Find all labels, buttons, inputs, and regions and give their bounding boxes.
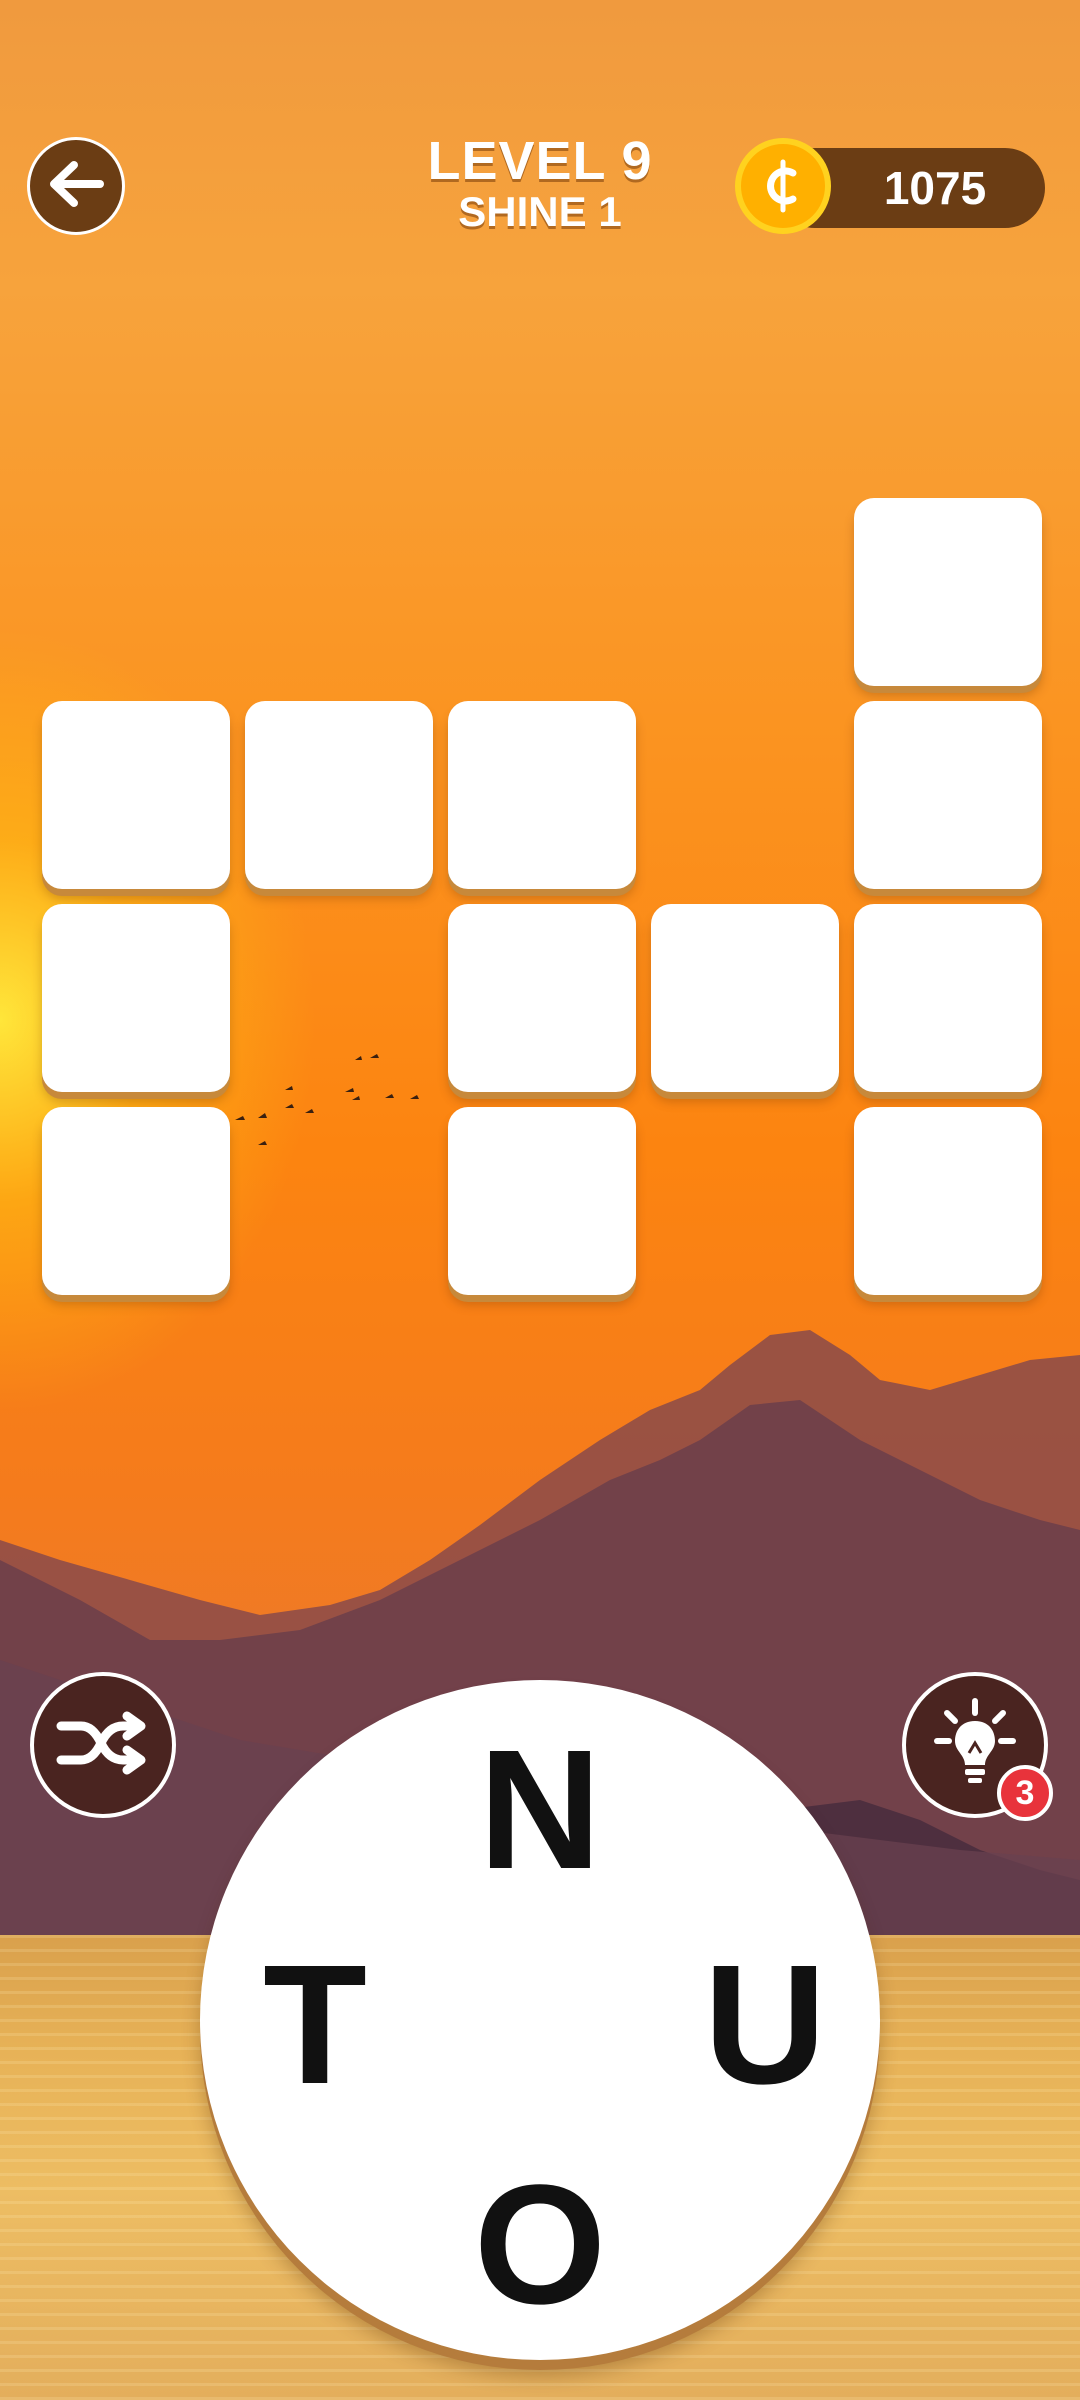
- crossword-tile: [448, 701, 636, 889]
- crossword-tile: [448, 1107, 636, 1295]
- level-title: LEVEL 9 SHINE 1: [340, 132, 740, 234]
- wheel-letter-u[interactable]: U: [685, 1940, 845, 2110]
- letter-wheel[interactable]: N U O T: [200, 1680, 880, 2360]
- coin-count: 1075: [883, 162, 987, 214]
- level-label: LEVEL 9: [427, 131, 653, 191]
- birds-decoration: [235, 1054, 419, 1145]
- crossword-tile: [651, 904, 839, 1092]
- wheel-letter-n[interactable]: N: [460, 1725, 620, 1895]
- wheel-letter-o[interactable]: O: [460, 2160, 620, 2330]
- wheel-letter-t[interactable]: T: [235, 1940, 395, 2110]
- hint-count-badge: 3: [997, 1765, 1053, 1821]
- shuffle-icon: [53, 1708, 153, 1783]
- crossword-tile: [854, 1107, 1042, 1295]
- crossword-tile: [448, 904, 636, 1092]
- back-button[interactable]: [27, 137, 125, 235]
- crossword-tile: [42, 904, 230, 1092]
- crossword-tile: [854, 701, 1042, 889]
- arrow-left-icon: [46, 159, 106, 214]
- crossword-tile: [42, 1107, 230, 1295]
- crossword-tile: [854, 498, 1042, 686]
- crossword-tile: [854, 904, 1042, 1092]
- crossword-tile: [42, 701, 230, 889]
- shuffle-button[interactable]: [30, 1672, 176, 1818]
- crossword-tile: [245, 701, 433, 889]
- coin-cent-icon: [735, 138, 831, 234]
- coin-balance[interactable]: 1075: [735, 138, 1045, 234]
- stage-label: SHINE 1: [458, 188, 622, 235]
